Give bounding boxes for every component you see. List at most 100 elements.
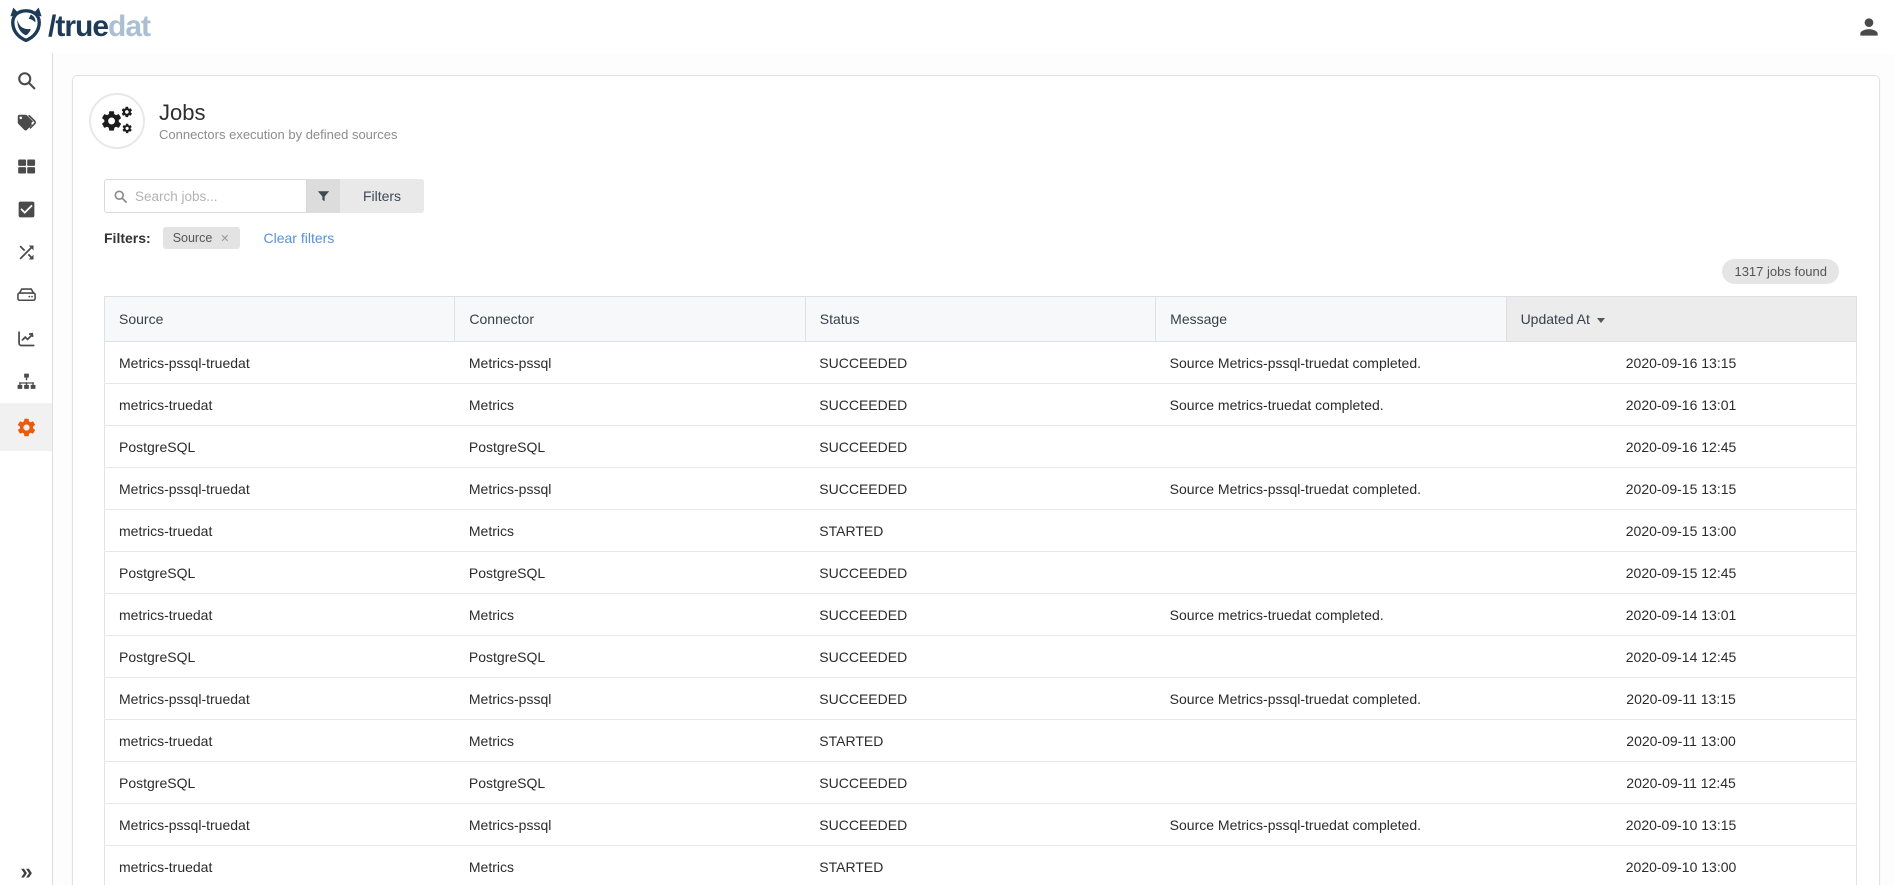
table-row[interactable]: Metrics-pssql-truedatMetrics-pssqlSUCCEE… — [105, 342, 1857, 384]
jobs-table: Source Connector Status Message Updated … — [104, 296, 1855, 885]
shuffle-icon — [16, 242, 37, 263]
chip-close-icon[interactable]: ✕ — [220, 232, 229, 245]
cell-source: Metrics-pssql-truedat — [105, 468, 455, 510]
cell-status: SUCCEEDED — [805, 426, 1155, 468]
table-row[interactable]: metrics-truedatMetricsSTARTED 2020-09-15 … — [105, 510, 1857, 552]
chart-line-icon — [16, 328, 37, 349]
table-row[interactable]: PostgreSQLPostgreSQLSUCCEEDED2020-09-11 … — [105, 762, 1857, 804]
table-row[interactable]: metrics-truedatMetricsSUCCEEDEDSource me… — [105, 594, 1857, 636]
cell-updated-at: 2020-09-16 12:45 — [1506, 426, 1856, 468]
sidebar-item-sources[interactable] — [0, 274, 52, 317]
cell-message: Source metrics-truedat completed. — [1156, 384, 1506, 426]
angle-double-right-icon: » — [20, 859, 32, 884]
cell-source: metrics-truedat — [105, 720, 455, 762]
cell-source: Metrics-pssql-truedat — [105, 342, 455, 384]
cell-updated-at: 2020-09-16 13:15 — [1506, 342, 1856, 384]
cell-message — [1156, 846, 1506, 885]
check-square-icon — [16, 199, 37, 220]
cell-status: SUCCEEDED — [805, 594, 1155, 636]
cell-status: STARTED — [805, 846, 1155, 885]
cell-source: metrics-truedat — [105, 846, 455, 885]
filters-button[interactable]: Filters — [340, 179, 424, 213]
clear-filters-link[interactable]: Clear filters — [264, 230, 335, 246]
cell-connector: Metrics — [455, 720, 805, 762]
filter-chip-label: Source — [173, 231, 213, 245]
cell-connector: Metrics-pssql — [455, 678, 805, 720]
cell-updated-at: 2020-09-11 13:00 — [1506, 720, 1856, 762]
cell-connector: PostgreSQL — [455, 552, 805, 594]
filter-funnel-button[interactable] — [307, 179, 340, 213]
table-row[interactable]: Metrics-pssql-truedatMetrics-pssqlSUCCEE… — [105, 678, 1857, 720]
cell-source: metrics-truedat — [105, 594, 455, 636]
sidebar-item-quality[interactable] — [0, 188, 52, 231]
cell-message — [1156, 426, 1506, 468]
cell-source: metrics-truedat — [105, 510, 455, 552]
cell-updated-at: 2020-09-14 13:01 — [1506, 594, 1856, 636]
drive-icon — [16, 285, 37, 306]
cell-source: PostgreSQL — [105, 762, 455, 804]
sidebar-item-catalog[interactable] — [0, 145, 52, 188]
cell-status: STARTED — [805, 510, 1155, 552]
sidebar-item-tags[interactable] — [0, 102, 52, 145]
sidebar-item-admin[interactable] — [0, 403, 52, 451]
table-row[interactable]: PostgreSQLPostgreSQLSUCCEEDED2020-09-14 … — [105, 636, 1857, 678]
cell-source: PostgreSQL — [105, 552, 455, 594]
cell-source: Metrics-pssql-truedat — [105, 804, 455, 846]
grid-icon — [16, 156, 37, 177]
logo-wordmark: /truedat — [48, 12, 150, 42]
table-row[interactable]: Metrics-pssql-truedatMetrics-pssqlSUCCEE… — [105, 804, 1857, 846]
sidebar-item-lineage[interactable] — [0, 231, 52, 274]
table-row[interactable]: metrics-truedatMetricsSUCCEEDEDSource me… — [105, 384, 1857, 426]
cell-updated-at: 2020-09-14 12:45 — [1506, 636, 1856, 678]
table-row[interactable]: metrics-truedatMetricsSTARTED2020-09-10 … — [105, 846, 1857, 885]
cell-connector: Metrics-pssql — [455, 468, 805, 510]
cell-message: Source metrics-truedat completed. — [1156, 594, 1506, 636]
jobs-header-badge — [89, 93, 145, 149]
cell-status: SUCCEEDED — [805, 342, 1155, 384]
sitemap-icon — [16, 371, 37, 392]
cell-connector: Metrics — [455, 510, 805, 552]
table-row[interactable]: metrics-truedatMetricsSTARTED2020-09-11 … — [105, 720, 1857, 762]
column-header-status[interactable]: Status — [805, 297, 1155, 342]
column-header-message[interactable]: Message — [1156, 297, 1506, 342]
cell-updated-at: 2020-09-10 13:15 — [1506, 804, 1856, 846]
page-header: Jobs Connectors execution by defined sou… — [89, 93, 1879, 149]
active-filters-row: Filters: Source ✕ Clear filters — [104, 227, 1879, 249]
cell-status: SUCCEEDED — [805, 804, 1155, 846]
search-input[interactable] — [135, 189, 298, 204]
search-bar: Filters — [104, 179, 1879, 213]
user-icon[interactable] — [1856, 14, 1882, 40]
cell-message — [1156, 510, 1506, 552]
table-row[interactable]: PostgreSQLPostgreSQLSUCCEEDED2020-09-16 … — [105, 426, 1857, 468]
column-header-source[interactable]: Source — [105, 297, 455, 342]
sidebar-expand-button[interactable]: » — [0, 861, 53, 883]
cell-updated-at: 2020-09-11 13:15 — [1506, 678, 1856, 720]
column-header-connector[interactable]: Connector — [455, 297, 805, 342]
table-row[interactable]: PostgreSQLPostgreSQLSUCCEEDED2020-09-15 … — [105, 552, 1857, 594]
cell-message: Source Metrics-pssql-truedat completed. — [1156, 804, 1506, 846]
page-title: Jobs — [159, 100, 397, 125]
cell-updated-at: 2020-09-15 13:00 — [1506, 510, 1856, 552]
sidebar-item-dashboards[interactable] — [0, 317, 52, 360]
column-header-updated-at[interactable]: Updated At — [1506, 297, 1856, 342]
results-count-row: 1317 jobs found — [73, 259, 1879, 284]
cell-message — [1156, 552, 1506, 594]
filter-chip-source[interactable]: Source ✕ — [163, 227, 240, 249]
cell-status: SUCCEEDED — [805, 636, 1155, 678]
truedat-logo[interactable]: /truedat — [8, 6, 150, 47]
cell-source: PostgreSQL — [105, 636, 455, 678]
search-icon — [113, 189, 128, 204]
sidebar-item-search[interactable] — [0, 59, 52, 102]
cell-connector: PostgreSQL — [455, 636, 805, 678]
jobs-table-body: Metrics-pssql-truedatMetrics-pssqlSUCCEE… — [105, 342, 1857, 885]
cell-source: PostgreSQL — [105, 426, 455, 468]
cell-connector: Metrics-pssql — [455, 804, 805, 846]
table-row[interactable]: Metrics-pssql-truedatMetrics-pssqlSUCCEE… — [105, 468, 1857, 510]
cell-source: metrics-truedat — [105, 384, 455, 426]
gears-icon — [99, 103, 135, 139]
search-icon — [16, 70, 37, 91]
sidebar-item-taxonomy[interactable] — [0, 360, 52, 403]
cell-message — [1156, 762, 1506, 804]
cell-connector: Metrics — [455, 384, 805, 426]
jobs-card: Jobs Connectors execution by defined sou… — [72, 75, 1880, 885]
